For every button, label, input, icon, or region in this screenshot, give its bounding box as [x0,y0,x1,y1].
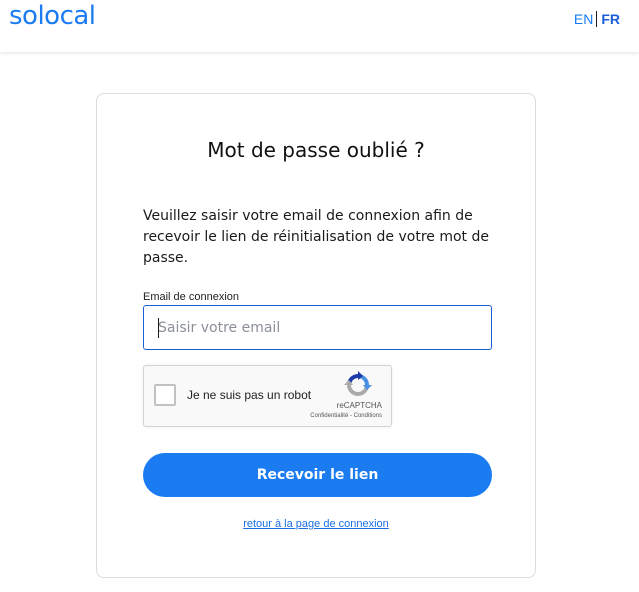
back-to-login: retour à la page de connexion [97,518,535,530]
recaptcha-brand: reCAPTCHA [336,401,382,410]
forgot-password-card: Mot de passe oublié ? Veuillez saisir vo… [96,93,536,578]
email-field-label: Email de connexion [143,291,240,303]
receive-link-button[interactable]: Recevoir le lien [143,453,492,497]
recaptcha-logo-icon [344,371,372,396]
language-divider [596,11,598,27]
top-bar: solocal EN FR [0,0,639,52]
recaptcha-privacy-terms[interactable]: Confidentialité - Conditions [310,413,382,419]
recaptcha-label: Je ne suis pas un robot [187,388,312,402]
instructions-text: Veuillez saisir votre email de connexion… [143,208,489,266]
language-switcher: EN FR [574,11,620,27]
solocal-logo[interactable]: solocal [9,1,96,31]
language-fr-link[interactable]: FR [601,11,620,27]
text-caret [158,318,159,338]
page-title: Mot de passe oublié ? [207,138,425,162]
language-en-link[interactable]: EN [574,11,593,27]
email-field-wrapper [143,305,492,350]
recaptcha-checkbox[interactable] [154,384,176,406]
email-input[interactable] [144,306,491,349]
recaptcha-widget: Je ne suis pas un robot reCAPTCHA Confid… [143,365,392,427]
back-to-login-link[interactable]: retour à la page de connexion [243,518,389,530]
